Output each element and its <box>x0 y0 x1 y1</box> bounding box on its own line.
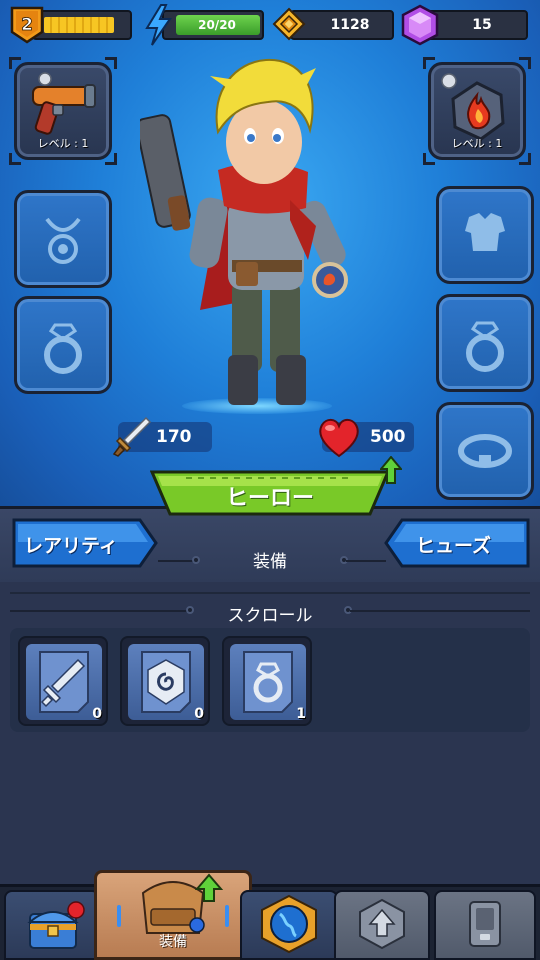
world-globe-icon <box>261 894 317 954</box>
ring-icon <box>44 323 82 374</box>
nav-equipment-label: 装備 <box>159 934 187 950</box>
ring-slot-left[interactable] <box>14 296 112 394</box>
player-level-badge: 2 <box>10 6 44 44</box>
gem-value: 15 <box>472 17 492 33</box>
treasure-chest-icon <box>27 901 85 949</box>
hero-character[interactable] <box>140 50 380 420</box>
energy-bar: 20/20 <box>162 10 264 40</box>
energy-value: 20/20 <box>198 18 236 32</box>
xp-bar <box>32 10 132 40</box>
divider <box>350 610 530 612</box>
gem-icon <box>401 4 439 46</box>
scroll-item-weapon[interactable]: 0 <box>18 636 108 726</box>
belt-icon <box>458 434 512 468</box>
xp-bar-fill <box>44 17 114 33</box>
relic-slot[interactable]: レベル : 1 <box>423 57 531 165</box>
ring-icon <box>466 321 504 372</box>
notification-dot <box>67 901 85 919</box>
scroll-item-stone[interactable]: 0 <box>120 636 210 726</box>
equipment-title: 装備 <box>253 552 287 572</box>
scroll-count: 0 <box>194 706 204 722</box>
gold-value: 1128 <box>330 17 370 33</box>
upgrade-icon <box>359 898 405 950</box>
nav-world-tab[interactable] <box>240 890 338 960</box>
scroll-title: スクロール <box>227 606 313 626</box>
divider <box>10 592 530 594</box>
health-stat: 500 <box>319 418 414 458</box>
armor-icon <box>465 213 505 251</box>
heart-icon <box>319 418 359 458</box>
relic-level: レベル : 1 <box>451 137 503 150</box>
hero-button[interactable]: ヒーロー <box>150 470 390 516</box>
scroll-count: 1 <box>296 706 306 722</box>
stone-scroll-icon <box>141 651 191 713</box>
svg-text:2: 2 <box>21 15 33 35</box>
belt-slot[interactable] <box>436 402 534 500</box>
device-icon <box>469 901 501 947</box>
weapon-slot[interactable]: レベル : 1 <box>9 57 117 165</box>
nav-device-tab[interactable] <box>434 890 536 960</box>
ring-slot-right[interactable] <box>436 294 534 392</box>
hero-button-label: ヒーロー <box>225 486 314 511</box>
sword-icon <box>112 416 152 457</box>
upgrade-arrow-icon <box>380 456 402 484</box>
nav-shop-tab[interactable] <box>4 890 100 960</box>
lightning-icon <box>145 4 172 46</box>
nav-upgrade-tab[interactable] <box>334 890 430 960</box>
weapon-level: レベル : 1 <box>37 137 89 150</box>
sword-scroll-icon <box>39 651 89 713</box>
attack-value: 170 <box>156 427 192 447</box>
health-value: 500 <box>370 427 406 447</box>
attack-stat: 170 <box>112 416 212 457</box>
gold-coin-icon <box>272 7 306 41</box>
armor-slot[interactable] <box>436 186 534 284</box>
necklace-slot[interactable] <box>14 190 112 288</box>
necklace-icon <box>45 217 81 264</box>
scroll-count: 0 <box>92 706 102 722</box>
ring-scroll-icon <box>243 651 293 713</box>
scroll-item-ring[interactable]: 1 <box>222 636 312 726</box>
divider <box>346 560 386 562</box>
nav-equipment-tab[interactable]: 装備 <box>94 870 252 960</box>
